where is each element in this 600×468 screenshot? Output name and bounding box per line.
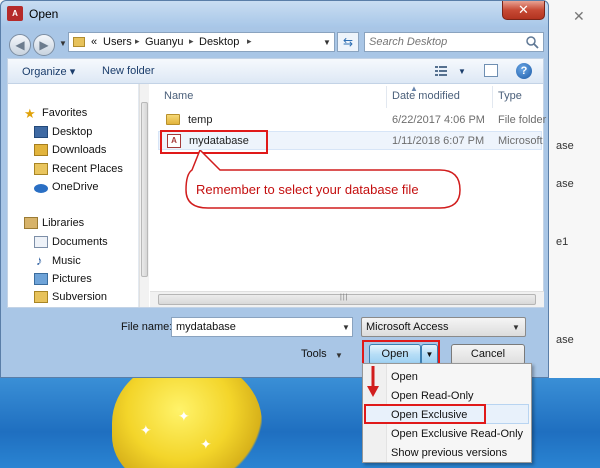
horizontal-scrollbar[interactable]: ||| (150, 291, 544, 307)
chevron-right-icon[interactable]: ▸ (135, 36, 140, 47)
downloads-icon (34, 144, 48, 156)
nav-downloads[interactable]: Downloads (52, 144, 106, 156)
cloud-icon (34, 184, 48, 193)
file-row-temp[interactable]: temp 6/22/2017 4:06 PM File folder (158, 111, 546, 130)
file-date: 1/11/2018 6:07 PM (392, 135, 485, 147)
chevron-right-icon[interactable]: ▸ (189, 36, 194, 47)
recent-locations-chevron-icon[interactable]: ▼ (59, 39, 67, 48)
refresh-icon: ⇆ (342, 35, 354, 49)
new-folder-button[interactable]: New folder (102, 65, 155, 77)
file-type-value: Microsoft Access (366, 321, 449, 333)
search-box[interactable] (364, 32, 544, 52)
view-dropdown-icon[interactable]: ▼ (458, 67, 466, 76)
breadcrumb-overflow[interactable]: « (91, 36, 97, 48)
grip-icon: ||| (340, 294, 349, 301)
navigation-scrollbar[interactable] (139, 84, 149, 307)
command-toolbar: Organize ▾ New folder ▼ ? (7, 58, 544, 84)
arrow-right-icon: ▶ (39, 38, 49, 52)
nav-subversion[interactable]: Subversion (52, 291, 107, 303)
scrollbar-thumb[interactable] (141, 102, 148, 277)
recent-places-icon (34, 163, 48, 175)
search-input[interactable] (369, 35, 519, 49)
access-app-icon: A (7, 6, 23, 21)
desktop-icon (34, 126, 48, 138)
help-icon[interactable]: ? (516, 63, 532, 79)
browser-content: ★ Favorites Desktop Downloads Recent Pla… (7, 84, 546, 308)
file-name: temp (188, 114, 213, 126)
back-button[interactable]: ◀ (9, 34, 31, 56)
column-divider[interactable] (386, 86, 387, 108)
arrow-down-icon (367, 366, 379, 397)
nav-recent-places[interactable]: Recent Places (52, 163, 123, 175)
file-name-input[interactable] (176, 320, 326, 334)
organize-button[interactable]: Organize ▾ (22, 65, 75, 78)
pictures-icon (34, 273, 48, 285)
chevron-right-icon[interactable]: ▸ (247, 36, 252, 47)
nav-documents[interactable]: Documents (52, 236, 108, 248)
column-header-type[interactable]: Type (498, 90, 522, 102)
close-button[interactable]: ✕ (502, 1, 545, 20)
file-type-select[interactable]: Microsoft Access ▼ (361, 317, 526, 337)
sparkle-icon: ✦ (178, 408, 190, 424)
nav-favorites[interactable]: Favorites (42, 107, 87, 119)
star-icon: ★ (24, 106, 36, 121)
menu-item-open[interactable]: Open (391, 371, 418, 383)
address-dropdown-icon[interactable]: ▼ (323, 38, 331, 47)
refresh-button[interactable]: ⇆ (337, 32, 359, 52)
file-date: 6/22/2017 4:06 PM (392, 114, 485, 126)
file-type: Microsoft (498, 135, 543, 147)
menu-item-open-exclusive-read-only[interactable]: Open Exclusive Read-Only (391, 428, 523, 440)
open-dialog: A Open ✕ ◀ ▶ ▼ « Users ▸ Guanyu ▸ Deskto… (0, 0, 549, 378)
folder-icon (34, 291, 48, 303)
chevron-down-icon[interactable]: ▼ (335, 351, 343, 360)
breadcrumb-desktop[interactable]: Desktop (199, 36, 239, 48)
chevron-down-icon: ▼ (512, 323, 520, 332)
documents-icon (34, 236, 48, 248)
column-header-date[interactable]: Date modified (392, 90, 460, 102)
file-name-label: File name: (121, 321, 173, 333)
callout-bubble (185, 150, 461, 209)
arrow-left-icon: ◀ (15, 38, 25, 52)
view-options-icon[interactable] (435, 65, 447, 77)
file-type: File folder (498, 114, 547, 126)
tools-menu[interactable]: Tools (301, 348, 327, 360)
folder-icon (73, 37, 85, 47)
folder-icon (166, 114, 180, 125)
dialog-title: Open (29, 7, 59, 21)
menu-item-show-previous-versions[interactable]: Show previous versions (391, 447, 507, 459)
nav-music[interactable]: Music (52, 255, 81, 267)
libraries-icon (24, 217, 38, 229)
nav-pictures[interactable]: Pictures (52, 273, 92, 285)
column-header-name[interactable]: Name (164, 90, 193, 102)
background-text: e1 (556, 236, 569, 248)
navigation-pane: ★ Favorites Desktop Downloads Recent Pla… (8, 84, 139, 307)
menu-item-open-read-only[interactable]: Open Read-Only (391, 390, 474, 402)
background-text: ase (556, 140, 574, 152)
music-note-icon: ♪ (36, 253, 43, 268)
search-icon[interactable] (525, 35, 539, 49)
background-close-icon[interactable]: ✕ (573, 8, 585, 25)
callout-text: Remember to select your database file (196, 182, 419, 197)
background-text: ase (556, 334, 574, 346)
file-name-combobox[interactable]: ▼ (171, 317, 353, 337)
chevron-down-icon[interactable]: ▼ (342, 323, 350, 332)
preview-pane-icon[interactable] (484, 64, 498, 77)
breadcrumb-guanyu[interactable]: Guanyu (145, 36, 184, 48)
nav-libraries[interactable]: Libraries (42, 217, 84, 229)
nav-desktop[interactable]: Desktop (52, 126, 92, 138)
open-exclusive-highlight-box (364, 404, 486, 424)
sparkle-icon: ✦ (200, 436, 212, 452)
nav-onedrive[interactable]: OneDrive (52, 181, 98, 193)
address-bar[interactable]: « Users ▸ Guanyu ▸ Desktop ▸ ▼ (68, 32, 335, 52)
file-list: ▲ Name Date modified Type temp 6/22/2017… (150, 84, 546, 307)
forward-button[interactable]: ▶ (33, 34, 55, 56)
cancel-button[interactable]: Cancel (451, 344, 525, 365)
title-bar[interactable]: A Open ✕ (1, 1, 548, 27)
background-text: ase (556, 178, 574, 190)
column-divider[interactable] (492, 86, 493, 108)
sparkle-icon: ✦ (140, 422, 152, 438)
breadcrumb-users[interactable]: Users (103, 36, 132, 48)
